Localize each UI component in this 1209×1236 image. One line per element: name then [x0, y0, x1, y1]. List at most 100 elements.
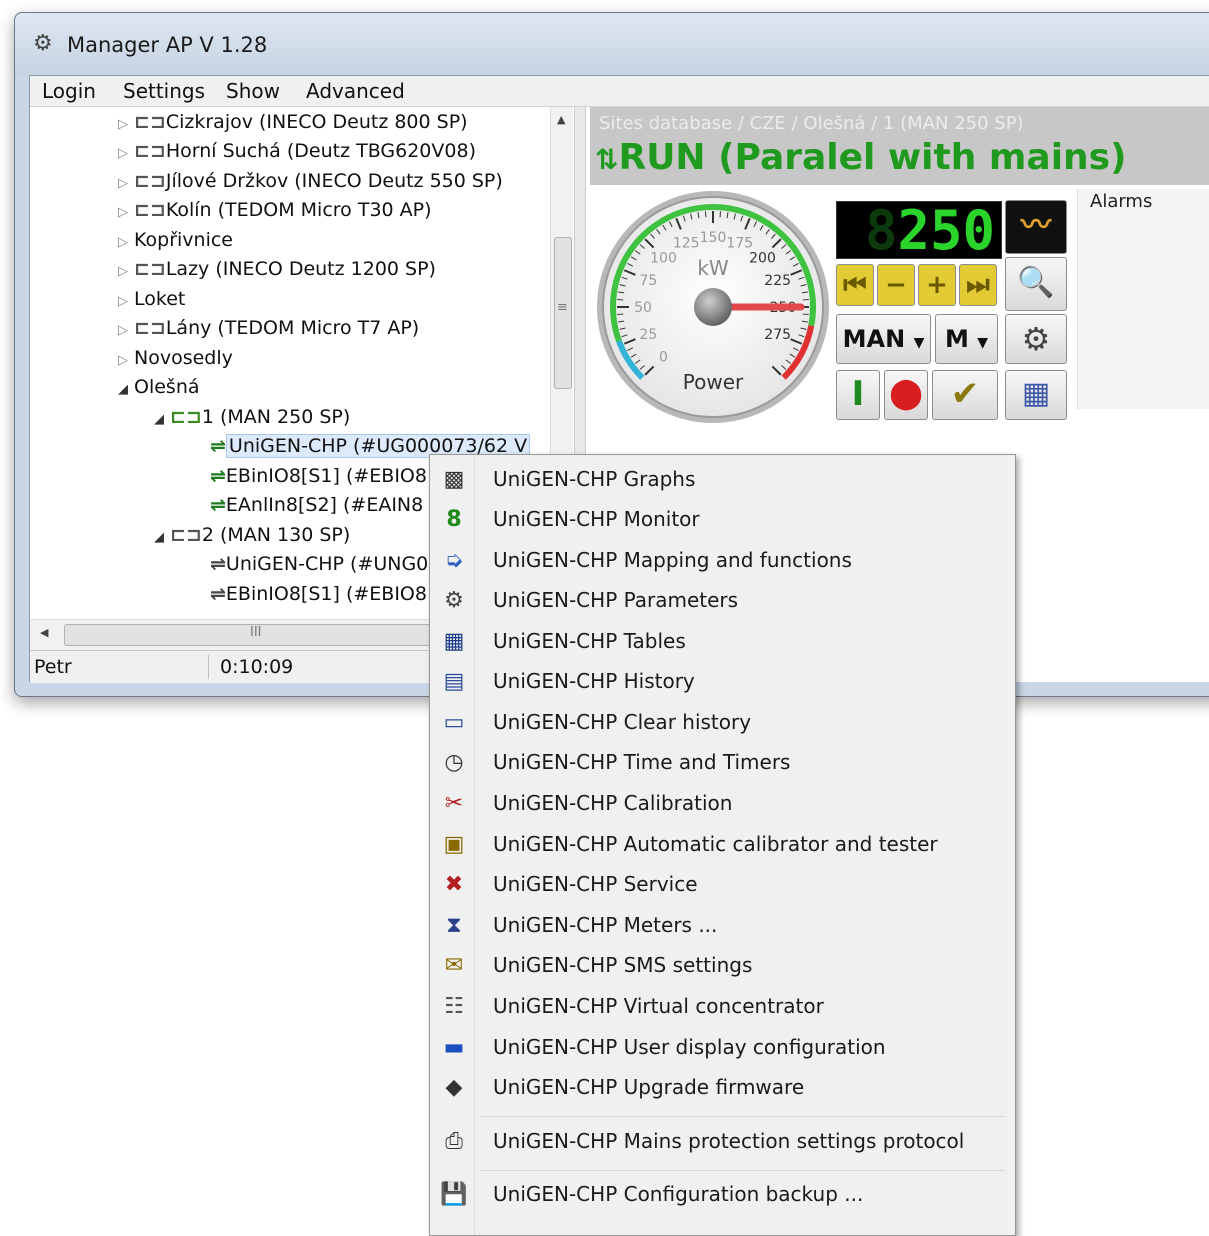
stop-button[interactable]: ⬤ — [884, 370, 928, 420]
settings-button[interactable]: ⚙ — [1005, 314, 1067, 364]
graph-button[interactable]: 〰 — [1005, 200, 1067, 254]
last-button[interactable]: ⏭ — [959, 264, 997, 306]
graph-icon: 〰 — [1021, 208, 1051, 243]
expand-arrow-icon[interactable]: ▷ — [118, 117, 134, 132]
tree-item[interactable]: ▷Loket — [118, 288, 185, 310]
collapse-arrow-icon[interactable]: ◢ — [154, 412, 170, 427]
menu-login[interactable]: Login — [42, 79, 96, 103]
menu-item-upgrade-firmware[interactable]: ◆UniGEN-CHP Upgrade firmware — [430, 1068, 1015, 1108]
m-select[interactable]: M ▼ — [935, 314, 998, 364]
menu-item-user-display[interactable]: ▬UniGEN-CHP User display configuration — [430, 1028, 1015, 1068]
tree-item[interactable]: ▷⊏⊐Lány (TEDOM Micro T7 AP) — [118, 317, 419, 339]
table-icon: ▦ — [1022, 376, 1050, 411]
calibration-icon: ✂ — [440, 790, 468, 818]
menu-item-service[interactable]: ✖UniGEN-CHP Service — [430, 865, 1015, 905]
scroll-thumb[interactable]: III — [64, 624, 456, 646]
tree-item[interactable]: ⇌EAnlIn8[S2] (#EAIN8 — [210, 494, 423, 516]
checkmark-icon: ✔ — [951, 374, 980, 414]
printer-icon: ⎙ — [440, 1128, 468, 1156]
tree-item[interactable]: ▷⊏⊐Kolín (TEDOM Micro T30 AP) — [118, 199, 432, 221]
menu-show[interactable]: Show — [226, 79, 280, 103]
tree-item[interactable]: ▷⊏⊐Jílové Držkov (INECO Deutz 550 SP) — [118, 170, 503, 192]
tree-item[interactable]: ▷⊏⊐Cizkrajov (INECO Deutz 800 SP) — [118, 111, 468, 133]
scroll-up-icon[interactable]: ▲ — [557, 113, 565, 126]
menu-item-time-timers[interactable]: ◷UniGEN-CHP Time and Timers — [430, 743, 1015, 783]
minus-icon: − — [885, 270, 907, 300]
table-icon: ▦ — [440, 628, 468, 656]
menu-separator — [480, 1116, 1005, 1117]
plus-button[interactable]: + — [918, 264, 956, 306]
menu-advanced[interactable]: Advanced — [306, 79, 405, 103]
skip-end-icon: ⏭ — [966, 270, 989, 300]
menu-settings[interactable]: Settings — [123, 79, 205, 103]
grip-icon: III — [250, 625, 262, 640]
menu-item-clear-history[interactable]: ▭UniGEN-CHP Clear history — [430, 703, 1015, 743]
start-icon: I — [852, 374, 865, 414]
menu-item-sms-settings[interactable]: ✉UniGEN-CHP SMS settings — [430, 946, 1015, 986]
table-button[interactable]: ▦ — [1005, 370, 1067, 420]
tree-item[interactable]: ▷Novosedly — [118, 347, 233, 369]
tree-item[interactable]: ◢⊏⊐1 (MAN 250 SP) — [154, 406, 350, 428]
clock-icon: ◷ — [440, 749, 468, 777]
gauge-svg: 0255075100125150175200225250275 kW Power — [595, 189, 831, 425]
menu-item-monitor[interactable]: 8UniGEN-CHP Monitor — [430, 500, 1015, 540]
menu-item-history[interactable]: ▤UniGEN-CHP History — [430, 662, 1015, 702]
mode-select[interactable]: MAN ▼ — [836, 314, 931, 364]
magnifier-icon: 🔍 — [1017, 265, 1054, 300]
tree-item[interactable]: ▷⊏⊐Horní Suchá (Deutz TBG620V08) — [118, 140, 476, 162]
chevron-down-icon: ▼ — [977, 335, 988, 351]
tree-item[interactable]: ◢Olešná — [118, 376, 200, 398]
gauge-tick-label: 75 — [639, 273, 657, 289]
menu-item-config-backup[interactable]: 💾UniGEN-CHP Configuration backup ... — [430, 1175, 1015, 1215]
menu-item-tables[interactable]: ▦UniGEN-CHP Tables — [430, 622, 1015, 662]
tree-item[interactable]: ⇌UniGEN-CHP (#UNG0( — [210, 553, 436, 575]
menu-item-mains-protection[interactable]: ⎙UniGEN-CHP Mains protection settings pr… — [430, 1122, 1015, 1162]
tree-item[interactable]: ⇌EBinIO8[S1] (#EBIO8 — [210, 583, 427, 605]
scroll-thumb[interactable]: ≡ — [554, 237, 572, 389]
chip-icon: ◆ — [440, 1074, 468, 1102]
start-button[interactable]: I — [836, 370, 880, 420]
parameters-icon: ⚙ — [440, 587, 468, 615]
collapse-arrow-icon[interactable]: ◢ — [118, 382, 134, 397]
title-bar[interactable]: ⚙ Manager AP V 1.28 — [15, 13, 1209, 75]
expand-arrow-icon[interactable]: ▷ — [118, 294, 134, 309]
tree-item[interactable]: ▷⊏⊐Lazy (INECO Deutz 1200 SP) — [118, 258, 436, 280]
first-button[interactable]: ⏮ — [836, 264, 874, 306]
menu-item-virtual-concentrator[interactable]: ☷UniGEN-CHP Virtual concentrator — [430, 987, 1015, 1027]
plug-icon: ⊏⊐ — [134, 140, 166, 162]
tree-item[interactable]: ◢⊏⊐2 (MAN 130 SP) — [154, 524, 350, 546]
menu-item-parameters[interactable]: ⚙UniGEN-CHP Parameters — [430, 581, 1015, 621]
expand-arrow-icon[interactable]: ▷ — [118, 353, 134, 368]
menu-item-graphs[interactable]: ▩UniGEN-CHP Graphs — [430, 460, 1015, 500]
stop-icon: ⬤ — [889, 376, 923, 411]
connection-arrows-icon: ⇌ — [210, 553, 226, 575]
tree-item[interactable]: ▷Kopřivnice — [118, 229, 233, 251]
floppy-disk-icon: 💾 — [440, 1181, 468, 1209]
expand-arrow-icon[interactable]: ▷ — [118, 176, 134, 191]
menu-bar: Login Settings Show Advanced — [30, 76, 1209, 107]
confirm-button[interactable]: ✔ — [932, 370, 998, 420]
tree-item[interactable]: ⇌EBinIO8[S1] (#EBIO8 — [210, 465, 427, 487]
menu-item-calibration[interactable]: ✂UniGEN-CHP Calibration — [430, 784, 1015, 824]
concentrator-icon: ☷ — [440, 993, 468, 1021]
window-title: Manager AP V 1.28 — [67, 33, 267, 57]
menu-item-meters[interactable]: ⧗UniGEN-CHP Meters ... — [430, 906, 1015, 946]
alarms-panel: Alarms — [1077, 189, 1209, 409]
clear-history-icon: ▭ — [440, 709, 468, 737]
minus-button[interactable]: − — [877, 264, 915, 306]
grip-icon: ≡ — [557, 300, 568, 315]
menu-item-mapping[interactable]: ➭UniGEN-CHP Mapping and functions — [430, 541, 1015, 581]
expand-arrow-icon[interactable]: ▷ — [118, 235, 134, 250]
calibrator-icon: ▣ — [440, 831, 468, 859]
expand-arrow-icon[interactable]: ▷ — [118, 146, 134, 161]
expand-arrow-icon[interactable]: ▷ — [118, 323, 134, 338]
search-button[interactable]: 🔍 — [1005, 257, 1067, 311]
collapse-arrow-icon[interactable]: ◢ — [154, 530, 170, 545]
menu-item-auto-calibrator[interactable]: ▣UniGEN-CHP Automatic calibrator and tes… — [430, 825, 1015, 865]
expand-arrow-icon[interactable]: ▷ — [118, 264, 134, 279]
expand-arrow-icon[interactable]: ▷ — [118, 205, 134, 220]
gauge-hub — [694, 288, 732, 326]
plug-icon: ⊏⊐ — [134, 317, 166, 339]
scroll-left-icon[interactable]: ◀ — [40, 626, 48, 639]
graph-icon: ▩ — [440, 466, 468, 494]
